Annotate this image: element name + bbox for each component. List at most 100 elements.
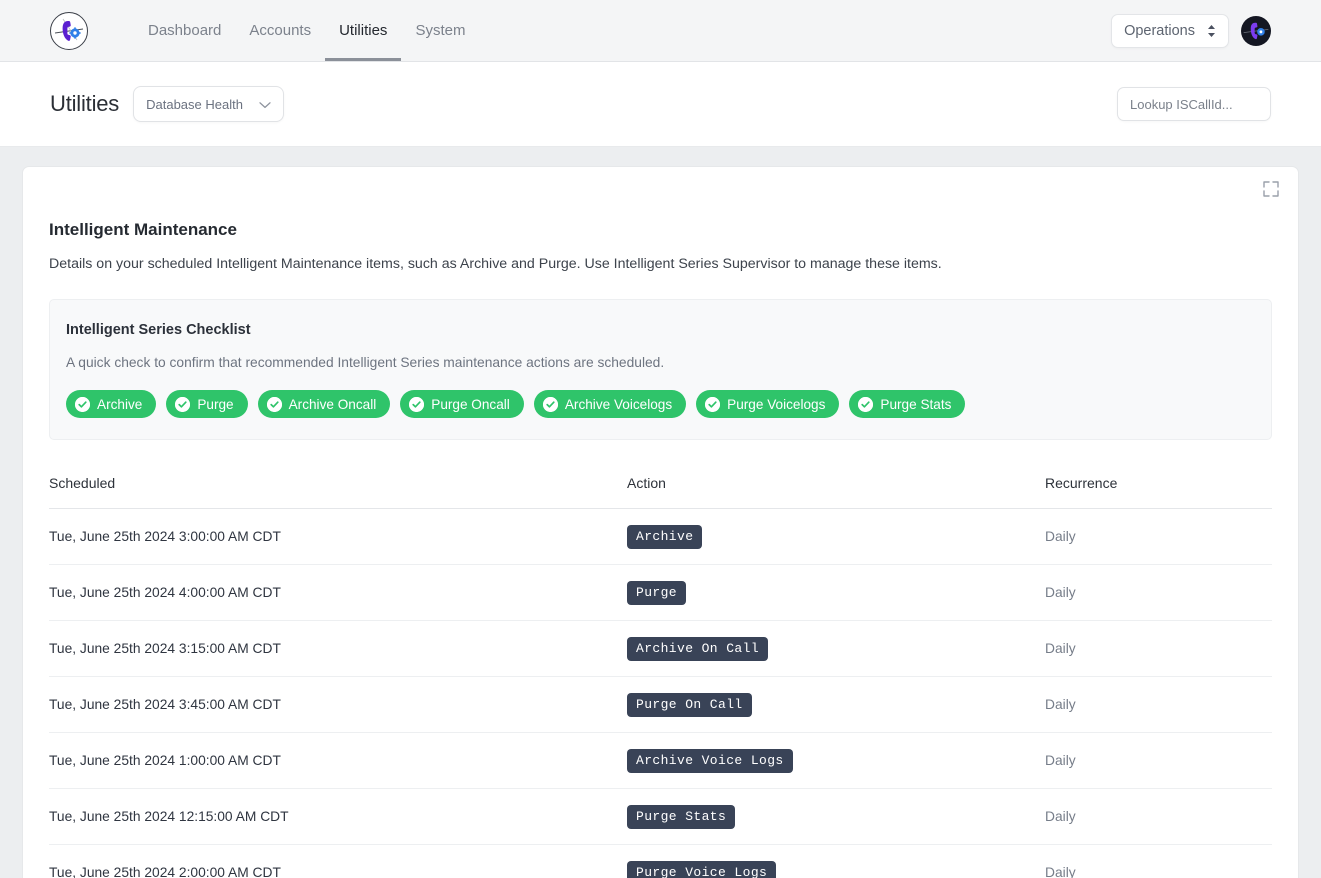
recurrence-value: Daily [1045,809,1076,824]
cell-action: Purge Stats [627,788,1045,845]
cell-scheduled: Tue, June 25th 2024 1:00:00 AM CDT [49,732,627,789]
checklist-badge[interactable]: Purge Oncall [400,390,524,418]
check-circle-icon [409,396,425,412]
check-circle-icon [705,396,721,412]
checklist-badge-label: Archive Voicelogs [564,396,673,412]
table-row: Tue, June 25th 2024 3:15:00 AM CDT Archiv… [49,620,1272,677]
recurrence-value: Daily [1045,529,1076,544]
primary-nav-links: Dashboard Accounts Utilities System [134,0,479,61]
top-navigation-bar: Dashboard Accounts Utilities System Oper… [0,0,1321,62]
phone-gear-logo-icon[interactable] [50,11,88,50]
cell-action: Archive [627,508,1045,565]
table-row: Tue, June 25th 2024 1:00:00 AM CDT Archiv… [49,732,1272,789]
action-badge[interactable]: Archive [627,525,703,549]
nav-link-system[interactable]: System [401,0,479,61]
table-row: Tue, June 25th 2024 4:00:00 AM CDT Purge D… [49,564,1272,621]
check-circle-icon [542,396,558,412]
recurrence-value: Daily [1045,585,1076,600]
scheduled-timestamp: Tue, June 25th 2024 3:45:00 AM CDT [49,697,281,712]
cell-recurrence: Daily [1045,788,1272,845]
cell-recurrence: Daily [1045,508,1272,565]
check-circle-icon [858,396,874,412]
nav-link-accounts[interactable]: Accounts [235,0,325,61]
recurrence-value: Daily [1045,697,1076,712]
checklist-title: Intelligent Series Checklist [66,322,251,338]
cell-scheduled: Tue, June 25th 2024 3:15:00 AM CDT [49,620,627,677]
scheduled-timestamp: Tue, June 25th 2024 1:00:00 AM CDT [49,753,281,768]
section-title: Intelligent Maintenance [49,220,237,239]
checklist-badge-label: Purge Voicelogs [727,396,826,412]
checklist-badge-row: Archive Purge Archive Oncall Purge Oncall Ar… [66,390,1255,418]
checklist-description: A quick check to confirm that recommende… [66,355,665,370]
section-description: Details on your scheduled Intelligent Ma… [49,256,942,272]
intelligent-series-checklist-panel: Intelligent Series Checklist A quick che… [49,299,1272,440]
checklist-badge-label: Archive [97,396,143,412]
maintenance-schedule-table: Scheduled Action Recurrence Tue, June 25… [49,475,1272,878]
column-header-scheduled: Scheduled [49,475,627,509]
checklist-badge[interactable]: Purge Voicelogs [696,390,840,418]
utilities-section-select[interactable]: Database Health [133,86,284,122]
checklist-badge[interactable]: Purge Stats [849,390,966,418]
recurrence-value: Daily [1045,641,1076,656]
recurrence-value: Daily [1045,753,1076,768]
checklist-badge[interactable]: Archive Oncall [257,390,391,418]
cell-action: Purge [627,564,1045,621]
organization-select-value: Operations [1124,22,1195,39]
cell-scheduled: Tue, June 25th 2024 2:00:00 AM CDT [49,844,627,878]
check-circle-icon [175,396,191,412]
cell-recurrence: Daily [1045,732,1272,789]
cell-recurrence: Daily [1045,620,1272,677]
checklist-badge-label: Archive Oncall [288,396,377,412]
scheduled-timestamp: Tue, June 25th 2024 3:15:00 AM CDT [49,641,281,656]
action-badge[interactable]: Purge Voice Logs [627,861,777,878]
checklist-badge[interactable]: Archive Voicelogs [533,390,687,418]
checklist-badge[interactable]: Purge [166,390,248,418]
action-badge[interactable]: Archive On Call [627,637,769,661]
scheduled-timestamp: Tue, June 25th 2024 12:15:00 AM CDT [49,809,289,824]
organization-select[interactable]: Operations [1111,13,1229,48]
cell-scheduled: Tue, June 25th 2024 3:45:00 AM CDT [49,676,627,733]
chevron-down-icon [259,97,271,112]
nav-right-group: Operations [1111,13,1271,48]
table-row: Tue, June 25th 2024 3:00:00 AM CDT Archiv… [49,508,1272,565]
updown-chevron-icon [1207,24,1216,38]
checklist-badge-label: Purge Oncall [431,396,510,412]
cell-action: Purge Voice Logs [627,844,1045,878]
table-row: Tue, June 25th 2024 3:45:00 AM CDT Purge … [49,676,1272,733]
check-circle-icon [75,396,90,412]
table-row: Tue, June 25th 2024 12:15:00 AM CDT Purge… [49,788,1272,845]
nav-link-dashboard[interactable]: Dashboard [134,0,235,61]
page-subheader: Utilities Database Health [0,62,1321,147]
cell-action: Archive On Call [627,620,1045,677]
recurrence-value: Daily [1045,865,1076,878]
cell-action: Archive Voice Logs [627,732,1045,789]
cell-recurrence: Daily [1045,844,1272,878]
user-avatar-logo-icon[interactable] [1241,15,1271,46]
checklist-badge-label: Purge Stats [880,396,952,412]
checklist-badge[interactable]: Archive [66,390,157,418]
lookup-iscallid-input[interactable] [1117,87,1271,121]
action-badge[interactable]: Purge [627,581,687,605]
cell-recurrence: Daily [1045,676,1272,733]
table-row: Tue, June 25th 2024 2:00:00 AM CDT Purge … [49,844,1272,878]
action-badge[interactable]: Purge Stats [627,805,736,829]
action-badge[interactable]: Archive Voice Logs [627,749,793,773]
table-header-row: Scheduled Action Recurrence [49,475,1272,509]
table-body: Tue, June 25th 2024 3:00:00 AM CDT Archiv… [49,508,1272,878]
scheduled-timestamp: Tue, June 25th 2024 2:00:00 AM CDT [49,865,281,878]
scheduled-timestamp: Tue, June 25th 2024 3:00:00 AM CDT [49,529,281,544]
nav-link-utilities[interactable]: Utilities [325,0,402,61]
cell-scheduled: Tue, June 25th 2024 3:00:00 AM CDT [49,508,627,565]
checklist-badge-label: Purge [197,396,234,412]
cell-recurrence: Daily [1045,564,1272,621]
page-title: Utilities [50,91,120,116]
expand-fullscreen-icon[interactable] [1261,179,1281,199]
column-header-action: Action [627,475,1045,509]
intelligent-maintenance-card: Intelligent Maintenance Details on your … [22,166,1299,878]
cell-action: Purge On Call [627,676,1045,733]
column-header-recurrence: Recurrence [1045,475,1272,509]
action-badge[interactable]: Purge On Call [627,693,752,717]
scheduled-timestamp: Tue, June 25th 2024 4:00:00 AM CDT [49,585,281,600]
cell-scheduled: Tue, June 25th 2024 12:15:00 AM CDT [49,788,627,845]
check-circle-icon [266,396,282,412]
